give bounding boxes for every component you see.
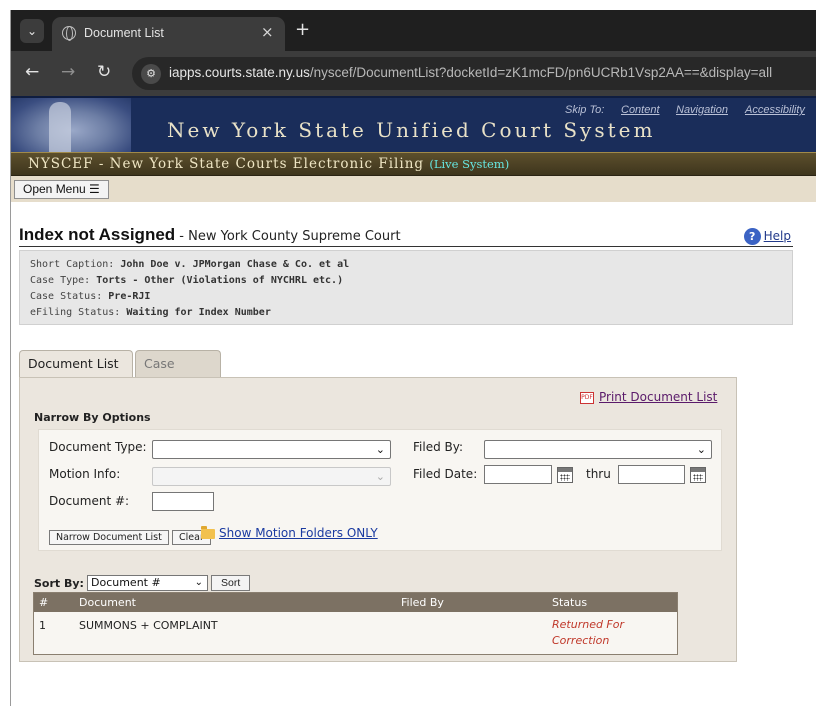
- row-number: 1: [39, 619, 46, 632]
- document-type-select[interactable]: ⌄: [152, 440, 391, 459]
- efiling-status-value: Waiting for Index Number: [126, 307, 271, 318]
- pdf-icon: PDF: [580, 391, 594, 404]
- filed-date-label: Filed Date:: [413, 467, 478, 481]
- calendar-icon[interactable]: [557, 467, 573, 483]
- skip-to-label: Skip To:: [565, 104, 605, 116]
- print-document-list-link[interactable]: PDF Print Document List: [580, 390, 717, 404]
- case-info-row: Short Caption: John Doe v. JPMorgan Chas…: [30, 257, 782, 273]
- browser-toolbar: ← → ↻ ⚙ iapps.courts.state.ny.us/nyscef/…: [11, 51, 816, 96]
- motion-info-select: ⌄: [152, 467, 391, 486]
- document-list-panel: PDF Print Document List Narrow By Options…: [19, 377, 737, 662]
- show-motion-folders-link[interactable]: Show Motion Folders ONLY: [219, 526, 378, 540]
- browser-window: ⌄ Document List × + ← → ↻ ⚙ iapps.courts…: [10, 10, 816, 706]
- table-header: # Document Filed By Status: [34, 593, 677, 612]
- column-header-filed-by: Filed By: [401, 596, 444, 609]
- motion-info-label: Motion Info:: [49, 467, 121, 481]
- page-heading: Index not Assigned - New York County Sup…: [19, 225, 793, 247]
- back-icon[interactable]: ←: [25, 62, 39, 82]
- chevron-down-icon: ⌄: [375, 470, 385, 483]
- narrow-by-filters: Document Type: ⌄ Motion Info: ⌄ Document…: [38, 429, 722, 551]
- skip-link-accessibility[interactable]: Accessibility: [745, 104, 805, 116]
- open-menu-button[interactable]: Open Menu ☰: [14, 180, 109, 199]
- short-caption-label: Short Caption:: [30, 259, 115, 270]
- short-caption-value: John Doe v. JPMorgan Chase & Co. et al: [120, 259, 350, 270]
- status-line-2: Correction: [552, 634, 610, 647]
- court-banner: Skip To: Content Navigation Accessibilit…: [11, 96, 816, 152]
- heading-separator: -: [175, 229, 189, 244]
- site-title: New York State Unified Court System: [167, 118, 656, 142]
- filed-by-label: Filed By:: [413, 440, 464, 454]
- case-status-value: Pre-RJI: [108, 291, 151, 302]
- case-status-label: Case Status:: [30, 291, 103, 302]
- nyscef-bar: NYSCEF - New York State Courts Electroni…: [11, 152, 816, 176]
- nyscef-text: NYSCEF - New York State Courts Electroni…: [28, 156, 425, 172]
- nyscef-label: NYSCEF - New York State Courts Electroni…: [28, 156, 509, 172]
- browser-tab[interactable]: Document List ×: [52, 17, 285, 51]
- case-type-label: Case Type:: [30, 275, 91, 286]
- globe-icon: [62, 26, 76, 41]
- tab-document-list[interactable]: Document List: [19, 350, 133, 378]
- column-header-status: Status: [552, 596, 588, 609]
- tab-search-icon[interactable]: ⌄: [20, 19, 44, 43]
- sort-by-select[interactable]: Document # ⌄: [87, 575, 208, 591]
- filed-date-to-input[interactable]: [618, 465, 685, 484]
- tab-title: Document List: [84, 26, 164, 40]
- document-type-label: Document Type:: [49, 440, 147, 454]
- narrow-by-title: Narrow By Options: [34, 411, 151, 424]
- print-label: Print Document List: [599, 390, 718, 404]
- document-table: # Document Filed By Status 1 SUMMONS + C…: [33, 592, 678, 655]
- url-host: iapps.courts.state.ny.us: [169, 65, 310, 80]
- tab-case-detail[interactable]: Case Detail: [135, 350, 221, 397]
- narrow-document-list-button[interactable]: Narrow Document List: [49, 530, 169, 545]
- help-icon: ?: [743, 228, 761, 245]
- column-header-number: #: [39, 596, 49, 609]
- forward-icon[interactable]: →: [61, 62, 75, 82]
- filed-by-select[interactable]: ⌄: [484, 440, 712, 459]
- site-info-icon[interactable]: ⚙: [141, 64, 161, 84]
- row-status: Returned For Correction: [552, 617, 624, 649]
- filed-date-from-input[interactable]: [484, 465, 552, 484]
- case-info-row: Case Status: Pre-RJI: [30, 289, 782, 305]
- column-header-document: Document: [79, 596, 136, 609]
- help-label: Help: [763, 229, 791, 243]
- live-system-label: (Live System): [429, 157, 510, 171]
- case-info-box: Short Caption: John Doe v. JPMorgan Chas…: [19, 250, 793, 325]
- case-info-row: Case Type: Torts - Other (Violations of …: [30, 273, 782, 289]
- page-title: Index not Assigned: [19, 225, 176, 244]
- sort-by-label: Sort By:: [34, 577, 84, 590]
- browser-tab-strip: ⌄ Document List × +: [11, 10, 816, 51]
- reload-icon[interactable]: ↻: [97, 62, 111, 82]
- url-text: iapps.courts.state.ny.us/nyscef/Document…: [169, 65, 772, 80]
- court-name: New York County Supreme Court: [188, 229, 401, 244]
- thru-label: thru: [586, 467, 611, 481]
- skip-link-content[interactable]: Content: [621, 104, 660, 116]
- chevron-down-icon: ⌄: [375, 443, 385, 456]
- sort-button[interactable]: Sort: [211, 575, 251, 591]
- lady-justice-logo: [11, 98, 131, 152]
- status-line-1: Returned For: [552, 618, 625, 631]
- menu-strip: Open Menu ☰: [11, 176, 816, 202]
- row-document[interactable]: SUMMONS + COMPLAINT: [79, 619, 218, 632]
- document-number-label: Document #:: [49, 494, 130, 508]
- url-path: /nyscef/DocumentList?docketId=zK1mcFD/pn…: [309, 65, 773, 80]
- chevron-down-icon: ⌄: [194, 577, 203, 588]
- folder-icon: [201, 526, 215, 539]
- chevron-down-icon: ⌄: [696, 443, 706, 456]
- address-bar[interactable]: ⚙ iapps.courts.state.ny.us/nyscef/Docume…: [132, 57, 816, 90]
- help-link[interactable]: ? Help: [743, 228, 791, 245]
- case-info-row: eFiling Status: Waiting for Index Number: [30, 305, 782, 321]
- calendar-icon[interactable]: [690, 467, 706, 483]
- document-number-input[interactable]: [152, 492, 214, 511]
- efiling-status-label: eFiling Status:: [30, 307, 121, 318]
- plus-icon[interactable]: +: [295, 19, 310, 40]
- case-type-value: Torts - Other (Violations of NYCHRL etc.…: [96, 275, 344, 286]
- skip-link-navigation[interactable]: Navigation: [676, 104, 728, 116]
- sort-by-value: Document #: [91, 576, 161, 589]
- close-icon[interactable]: ×: [261, 23, 274, 41]
